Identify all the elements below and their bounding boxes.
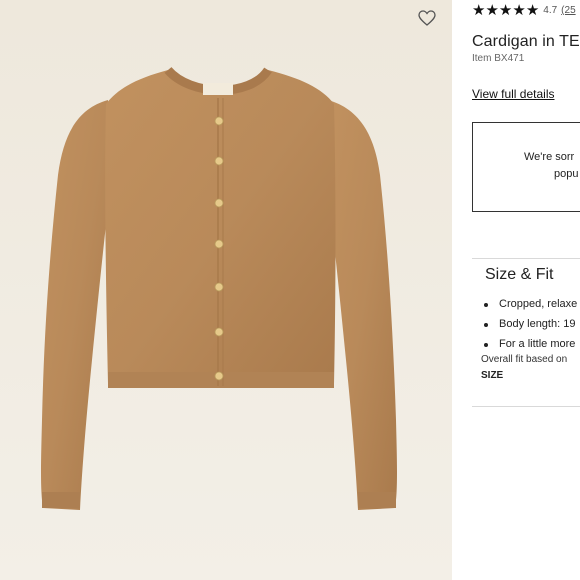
rating-row[interactable]: ★ ★ ★ ★ ★ 4.7 (25 bbox=[472, 3, 576, 18]
star-icon: ★ bbox=[512, 1, 526, 19]
star-icon: ★ bbox=[525, 1, 540, 19]
heart-outline-icon bbox=[418, 10, 436, 26]
size-fit-bullet: Body length: 19 bbox=[484, 318, 577, 338]
size-fit-list: Cropped, relaxe Body length: 19 For a li… bbox=[484, 298, 577, 358]
section-divider bbox=[472, 258, 580, 259]
notice-text-line1: We're sorr bbox=[524, 151, 575, 163]
star-rating: ★ ★ ★ ★ ★ bbox=[472, 3, 539, 18]
product-image[interactable] bbox=[0, 0, 452, 580]
cardigan-image bbox=[0, 0, 452, 580]
review-count-link[interactable]: (25 bbox=[561, 5, 575, 16]
favorite-button[interactable] bbox=[418, 10, 442, 32]
section-divider bbox=[472, 406, 580, 407]
rating-value: 4.7 bbox=[543, 5, 558, 16]
star-icon: ★ bbox=[498, 1, 513, 19]
product-info-panel: ★ ★ ★ ★ ★ 4.7 (25 Cardigan in TE Item BX… bbox=[452, 0, 580, 580]
item-code: Item BX471 bbox=[472, 53, 525, 64]
size-fit-heading[interactable]: Size & Fit bbox=[485, 266, 553, 284]
size-fit-bullet: Cropped, relaxe bbox=[484, 298, 577, 318]
size-label: SIZE bbox=[481, 370, 504, 381]
star-icon: ★ bbox=[472, 1, 486, 19]
overall-fit-text: Overall fit based on bbox=[481, 354, 568, 365]
notice-text-line2: popu bbox=[554, 168, 579, 180]
view-full-details-link[interactable]: View full details bbox=[472, 87, 555, 101]
availability-notice: We're sorr popu bbox=[472, 122, 580, 212]
star-icon: ★ bbox=[485, 1, 499, 19]
product-title: Cardigan in TE bbox=[472, 33, 580, 50]
